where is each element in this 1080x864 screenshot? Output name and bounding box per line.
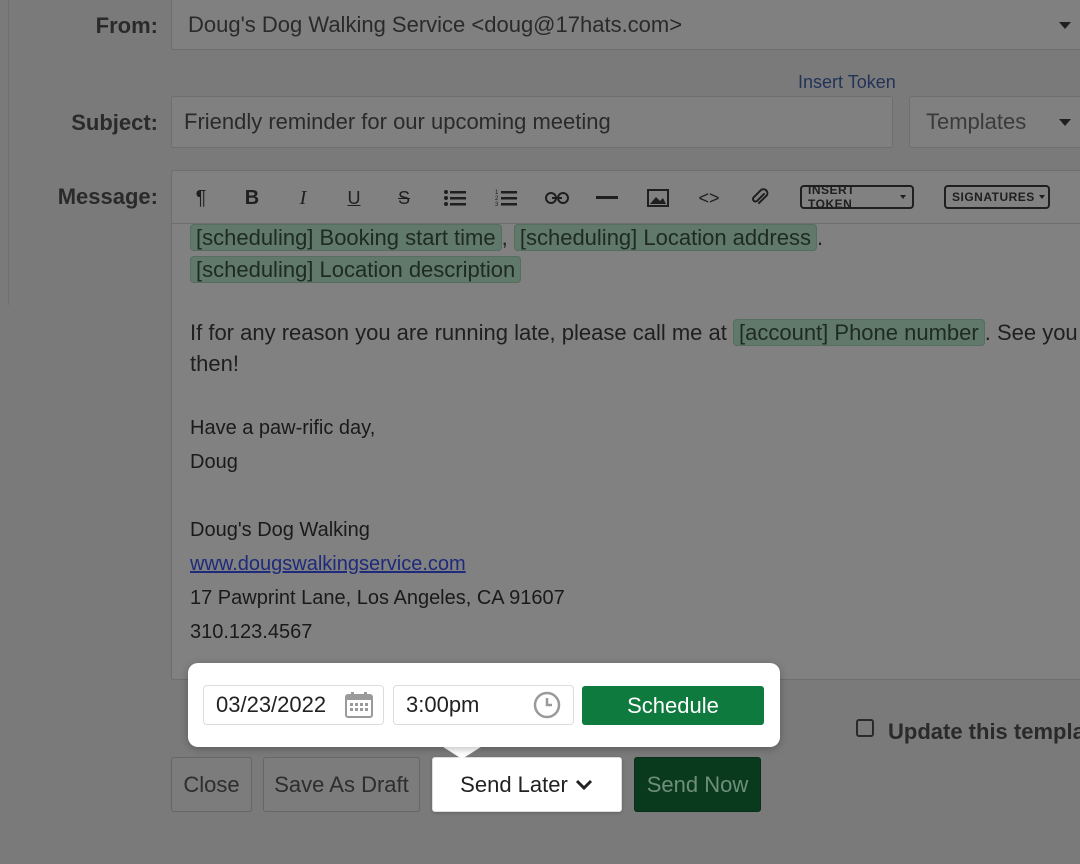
signatures-caret-icon (1038, 195, 1045, 199)
message-label: Message: (57, 184, 158, 209)
italic-icon[interactable]: I (290, 185, 316, 211)
schedule-popover: 03/23/2022 3:00pm Schedule (188, 663, 780, 747)
insert-token-caret-icon (900, 195, 906, 199)
save-draft-button-label: Save As Draft (274, 771, 409, 797)
period-text: . (816, 225, 824, 250)
insert-token-dropdown-label: INSERT TOKEN (808, 183, 856, 211)
chevron-down-icon (575, 779, 592, 790)
comma-text: , (501, 225, 508, 250)
left-panel-divider (8, 0, 9, 305)
strikethrough-icon[interactable]: S (391, 185, 417, 211)
see-you-text: . See you (984, 320, 1078, 345)
date-input[interactable]: 03/23/2022 (203, 685, 384, 725)
clock-icon[interactable] (533, 691, 561, 719)
message-line-3: If for any reason you are running late, … (190, 317, 1078, 348)
insert-token-link[interactable]: Insert Token (798, 72, 896, 93)
token-phone[interactable]: [account] Phone number (733, 319, 985, 346)
from-select[interactable]: Doug's Dog Walking Service <doug@17hats.… (171, 0, 1080, 50)
message-line-4: then! (190, 351, 239, 376)
bold-icon[interactable]: B (239, 185, 265, 211)
horizontal-rule-icon[interactable] (594, 185, 620, 211)
attachment-icon[interactable] (747, 185, 773, 211)
name-text: Doug (190, 451, 238, 473)
insert-token-dropdown[interactable]: INSERT TOKEN (800, 183, 914, 211)
close-button[interactable]: Close (171, 757, 252, 812)
underline-icon[interactable]: U (341, 185, 367, 211)
greeting-text: Have a paw-rific day, (190, 417, 376, 439)
signature-phone: 310.123.4567 (190, 621, 313, 643)
send-later-button[interactable]: Send Later (432, 757, 622, 812)
bullet-list-icon[interactable] (442, 185, 468, 211)
code-icon[interactable]: <> (696, 185, 722, 211)
message-line-1: [scheduling] Booking start time, [schedu… (190, 222, 823, 253)
from-label: From: (95, 13, 158, 38)
token-location-description[interactable]: [scheduling] Location description (190, 256, 522, 283)
time-value: 3:00pm (406, 692, 480, 717)
svg-text:3: 3 (495, 202, 499, 207)
save-draft-button[interactable]: Save As Draft (263, 757, 420, 812)
send-now-button-label: Send Now (646, 771, 749, 797)
templates-placeholder: Templates (926, 109, 1027, 134)
templates-select[interactable]: Templates (909, 96, 1080, 148)
calendar-icon[interactable] (345, 692, 373, 718)
image-icon[interactable] (645, 185, 671, 211)
send-later-button-label: Send Later (460, 771, 568, 797)
link-icon[interactable] (544, 185, 570, 211)
token-booking-start[interactable]: [scheduling] Booking start time (190, 224, 502, 251)
time-input[interactable]: 3:00pm (393, 685, 574, 725)
from-caret-icon (1059, 22, 1071, 29)
signature-business: Doug's Dog Walking (190, 519, 370, 541)
token-location-address[interactable]: [scheduling] Location address (513, 224, 817, 251)
update-template-label[interactable]: Update this template (888, 719, 1080, 745)
signature-address: 17 Pawprint Lane, Los Angeles, CA 91607 (190, 587, 565, 609)
editor-toolbar: ¶ B I U S 123 <> INSERT TOKEN SIGNATURES (172, 171, 1080, 224)
schedule-button-label: Schedule (627, 692, 719, 718)
popover-arrow (440, 745, 484, 759)
templates-caret-icon (1059, 119, 1071, 126)
send-now-button[interactable]: Send Now (634, 757, 761, 812)
signature-website-link[interactable]: www.dougswalkingservice.com (190, 553, 466, 576)
paragraph-icon[interactable]: ¶ (188, 185, 214, 211)
from-value: Doug's Dog Walking Service <doug@17hats.… (188, 11, 683, 37)
late-text: If for any reason you are running late, … (190, 320, 727, 345)
date-value: 03/23/2022 (216, 692, 327, 717)
signatures-dropdown[interactable]: SIGNATURES (944, 185, 1050, 209)
message-line-2: [scheduling] Location description (190, 254, 522, 285)
subject-input[interactable]: Friendly reminder for our upcoming meeti… (171, 96, 893, 148)
schedule-button[interactable]: Schedule (582, 686, 764, 725)
signatures-dropdown-label: SIGNATURES (952, 190, 1035, 204)
subject-value: Friendly reminder for our upcoming meeti… (184, 109, 611, 134)
update-template-checkbox[interactable] (856, 719, 874, 737)
subject-label: Subject: (71, 110, 158, 135)
close-button-label: Close (183, 771, 240, 797)
numbered-list-icon[interactable]: 123 (493, 185, 519, 211)
